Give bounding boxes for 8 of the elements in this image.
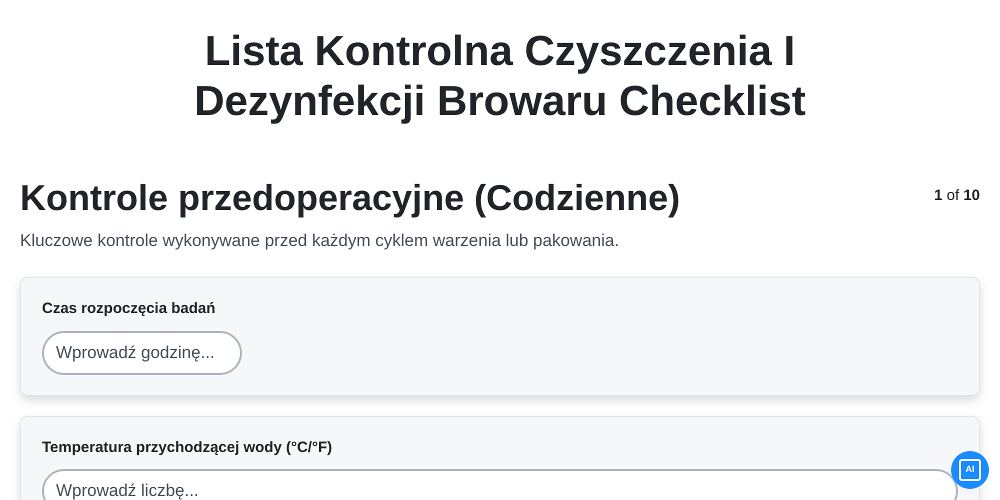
question-label: Temperatura przychodzącej wody (°C/°F) xyxy=(42,438,334,458)
question-label: Czas rozpoczęcia badań xyxy=(42,299,216,320)
page-title: Lista Kontrolna Czyszczenia I Dezynfekcji Browaru Checklist xyxy=(193,26,807,126)
time-field[interactable]: Wprowadź godzinę... xyxy=(42,330,242,375)
number-field[interactable]: Wprowadź liczbę... xyxy=(42,469,958,500)
page-counter: 1 of 10 xyxy=(934,186,980,206)
section-heading: Kontrole przedoperacyjne (Codzienne) xyxy=(20,176,680,220)
section-description: Kluczowe kontrole wykonywane przed każdym cyklem warzenia lub pakowania. xyxy=(20,230,620,252)
